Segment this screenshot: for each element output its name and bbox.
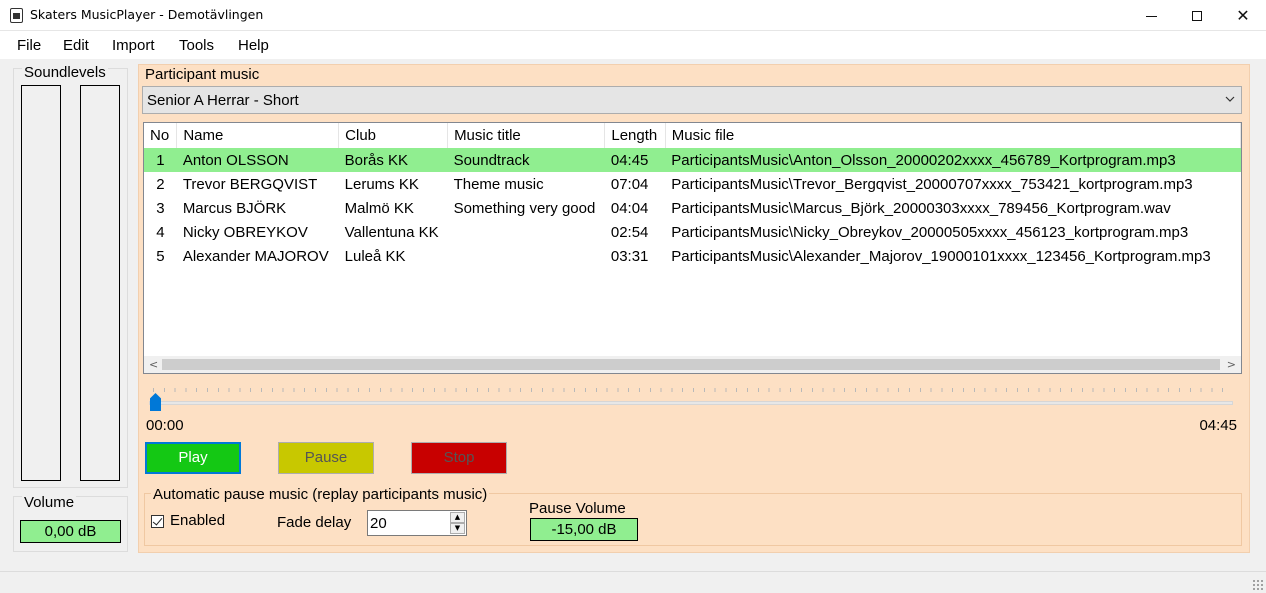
class-select-value: Senior A Herrar - Short [147,92,299,109]
cell-club: Malmö KK [344,199,414,217]
class-select[interactable]: Senior A Herrar - Short [142,86,1242,114]
participant-music-title: Participant music [145,66,260,83]
cell-length: 04:45 [604,148,666,172]
scroll-left-icon[interactable]: < [149,358,158,371]
volume-group: Volume 0,00 dB [13,494,128,552]
menu-tools[interactable]: Tools [179,37,214,54]
column-header-no[interactable]: No [144,123,178,148]
sound-meter-right [80,85,120,481]
pause-volume-value: -15,00 dB [530,518,638,541]
cell-name: Anton OLSSON [176,148,339,172]
cell-name: Trevor BERGQVIST [182,175,318,193]
pause-button[interactable]: Pause [278,442,374,474]
cell-no: 5 [156,247,165,265]
column-header-music-file[interactable]: Music file [665,123,1241,148]
play-button[interactable]: Play [145,442,241,474]
app-icon [10,8,23,23]
scroll-right-icon[interactable]: > [1227,358,1236,371]
cell-no: 1 [144,148,177,172]
table-row[interactable]: 4 Nicky OBREYKOV Vallentuna KK 02:54 Partici… [144,220,1241,244]
column-header-name[interactable]: Name [176,123,340,148]
cell-length: 04:04 [610,199,649,217]
cell-music-title [448,244,605,268]
column-header-length[interactable]: Length [604,123,666,148]
cell-length: 03:31 [610,247,649,265]
title-bar: Skaters MusicPlayer - Demotävlingen ✕ [0,0,1266,31]
cell-name: Alexander MAJOROV [182,247,329,265]
menu-edit[interactable]: Edit [63,37,89,54]
cell-no: 3 [156,199,165,217]
cell-club: Vallentuna KK [344,223,439,241]
chevron-down-icon [1225,96,1235,102]
resize-grip-icon[interactable] [1252,579,1263,590]
close-icon: ✕ [1236,6,1250,25]
volume-label: Volume [22,494,77,511]
table-row[interactable]: 1 Anton OLSSON Borås KK Soundtrack 04:45 Part… [144,148,1241,172]
cell-club: Luleå KK [344,247,406,265]
cell-music-file: ParticipantsMusic\Marcus_Björk_20000303x… [671,199,1171,217]
cell-music-title: Something very good [453,199,596,217]
spin-down-icon[interactable]: ▼ [450,523,465,534]
volume-value: 0,00 dB [20,520,121,543]
minimize-button[interactable] [1128,0,1174,31]
seek-thumb[interactable] [150,393,161,411]
cell-length: 07:04 [610,175,649,193]
cell-no: 2 [156,175,165,193]
enabled-label: Enabled [170,512,226,529]
close-button[interactable]: ✕ [1220,0,1266,31]
participant-music-panel: Participant music Senior A Herrar - Shor… [138,64,1250,553]
cell-music-title [448,220,605,244]
enabled-checkbox[interactable] [151,515,164,528]
table-row[interactable]: 5 Alexander MAJOROV Luleå KK 03:31 Participa… [144,244,1241,268]
horizontal-scrollbar[interactable]: < > [144,356,1241,373]
cell-music-file: ParticipantsMusic\Trevor_Bergqvist_20000… [671,175,1193,193]
cell-length: 02:54 [610,223,649,241]
menu-import[interactable]: Import [112,37,155,54]
seek-track[interactable] [149,401,1233,405]
column-header-music-title[interactable]: Music title [447,123,606,148]
position-time: 00:00 [146,417,184,434]
maximize-icon [1192,10,1202,21]
menu-file[interactable]: File [17,37,41,54]
auto-pause-group: Automatic pause music (replay participan… [144,486,1242,546]
scrollbar-thumb[interactable] [162,359,1220,370]
menu-help[interactable]: Help [238,37,269,54]
sound-meter-left [21,85,61,481]
window-title: Skaters MusicPlayer - Demotävlingen [30,7,264,22]
pause-volume-label: Pause Volume [529,500,626,517]
soundlevels-label: Soundlevels [22,64,108,81]
participant-table: No Name Club Music title Length Music fi… [144,123,1241,268]
fade-delay-stepper[interactable]: 20 ▲ ▼ [367,510,467,536]
cell-music-file: ParticipantsMusic\Alexander_Majorov_1900… [671,247,1211,265]
table-row[interactable]: 2 Trevor BERGQVIST Lerums KK Theme music 07:… [144,172,1241,196]
cell-music-file: ParticipantsMusic\Anton_Olsson_20000202x… [665,148,1241,172]
minimize-icon [1145,16,1157,17]
participant-list[interactable]: No Name Club Music title Length Music fi… [143,122,1242,374]
cell-name: Nicky OBREYKOV [182,223,308,241]
cell-music-file: ParticipantsMusic\Nicky_Obreykov_2000050… [671,223,1189,241]
fade-delay-value: 20 [370,515,387,532]
seek-ticks [153,388,1233,392]
maximize-button[interactable] [1174,0,1220,31]
auto-pause-title: Automatic pause music (replay participan… [151,486,490,503]
stop-button[interactable]: Stop [411,442,507,474]
table-header: No Name Club Music title Length Music fi… [144,123,1241,148]
spin-up-icon[interactable]: ▲ [450,512,465,523]
cell-no: 4 [156,223,165,241]
status-bar [0,571,1266,593]
duration-time: 04:45 [1199,417,1237,434]
table-row[interactable]: 3 Marcus BJÖRK Malmö KK Something very good… [144,196,1241,220]
column-header-club[interactable]: Club [338,123,449,148]
cell-club: Lerums KK [344,175,419,193]
fade-delay-label: Fade delay [277,514,352,531]
cell-name: Marcus BJÖRK [182,199,287,217]
cell-club: Borås KK [338,148,448,172]
cell-music-title: Soundtrack [447,148,605,172]
menu-bar: File Edit Import Tools Help [0,31,1266,59]
cell-music-title: Theme music [453,175,544,193]
soundlevels-group: Soundlevels [13,64,128,488]
